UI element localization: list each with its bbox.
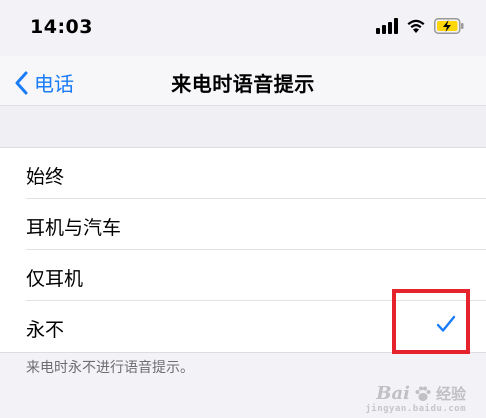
option-label: 始终 [26,166,65,188]
watermark-sub: jingyan.baidu.com [365,404,466,414]
paw-icon [415,386,431,401]
option-label: 永不 [26,319,65,341]
status-time: 14:03 [30,16,93,38]
watermark-brand-cn: 经验 [435,385,466,403]
watermark: Bai 经验 jingyan.baidu.com [365,383,466,414]
footer-note: 来电时永不进行语音提示。 [26,360,194,376]
option-always[interactable]: 始终 [0,148,486,199]
status-icons [376,18,464,34]
navigation-bar: 电话 来电时语音提示 [0,56,486,106]
option-headphones-and-car[interactable]: 耳机与汽车 [0,199,486,250]
option-label: 耳机与汽车 [26,217,122,239]
battery-charging-icon [434,18,464,34]
section-gap [0,106,486,148]
wifi-icon [407,19,425,33]
option-label: 仅耳机 [26,268,84,290]
status-bar: 14:03 [0,0,486,56]
annotation-highlight-box [392,289,470,354]
watermark-brand: Bai [376,383,410,404]
page-title: 来电时语音提示 [171,72,315,96]
cellular-signal-icon [376,18,398,34]
